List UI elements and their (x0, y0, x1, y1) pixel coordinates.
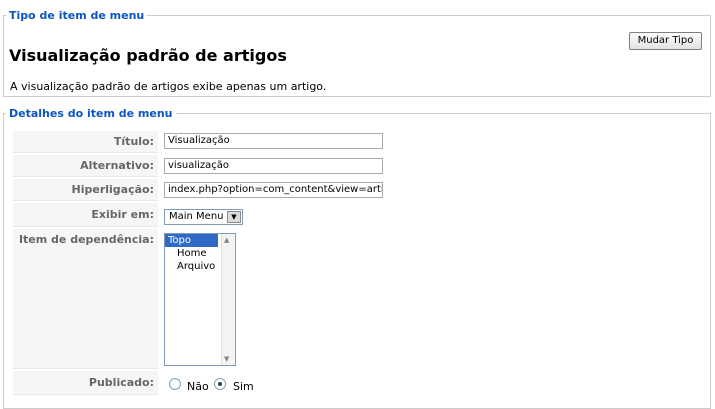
scroll-up-icon[interactable]: ▲ (224, 236, 229, 244)
listbox-scrollbar[interactable]: ▲ ▼ (221, 234, 235, 365)
link-input[interactable]: index.php?option=com_content&view=articl… (164, 182, 383, 198)
menu-type-heading: Visualização padrão de artigos (9, 46, 287, 65)
chevron-down-icon[interactable]: ▼ (227, 211, 241, 223)
menu-select-value: Main Menu (169, 211, 224, 222)
published-no-label: Não (187, 380, 209, 393)
menu-type-description: A visualização padrão de artigos exibe a… (10, 80, 327, 93)
title-label: Título: (13, 131, 158, 153)
published-no-radio[interactable] (169, 378, 181, 390)
title-input[interactable]: Visualização (164, 133, 383, 149)
menu-type-legend: Tipo de item de menu (9, 9, 145, 22)
menu-details-legend: Detalhes do item de menu (9, 107, 173, 120)
scroll-down-icon[interactable]: ▼ (224, 355, 229, 363)
alias-label: Alternativo: (13, 155, 158, 177)
published-yes-radio[interactable] (214, 378, 226, 390)
change-type-button[interactable]: Mudar Tipo (629, 32, 702, 50)
menu-select[interactable]: Main Menu ▼ (164, 209, 243, 225)
parent-item-listbox[interactable]: Topo Home Arquivo ▲ ▼ (164, 233, 236, 366)
menu-label: Exibir em: (13, 203, 158, 227)
published-label: Publicado: (13, 371, 158, 395)
published-yes-label: Sim (233, 380, 254, 393)
parent-option-top[interactable]: Topo (165, 234, 218, 247)
alias-input[interactable]: visualização (164, 158, 383, 174)
parent-label: Item de dependência: (13, 229, 158, 369)
link-label: Hiperligação: (13, 179, 158, 201)
